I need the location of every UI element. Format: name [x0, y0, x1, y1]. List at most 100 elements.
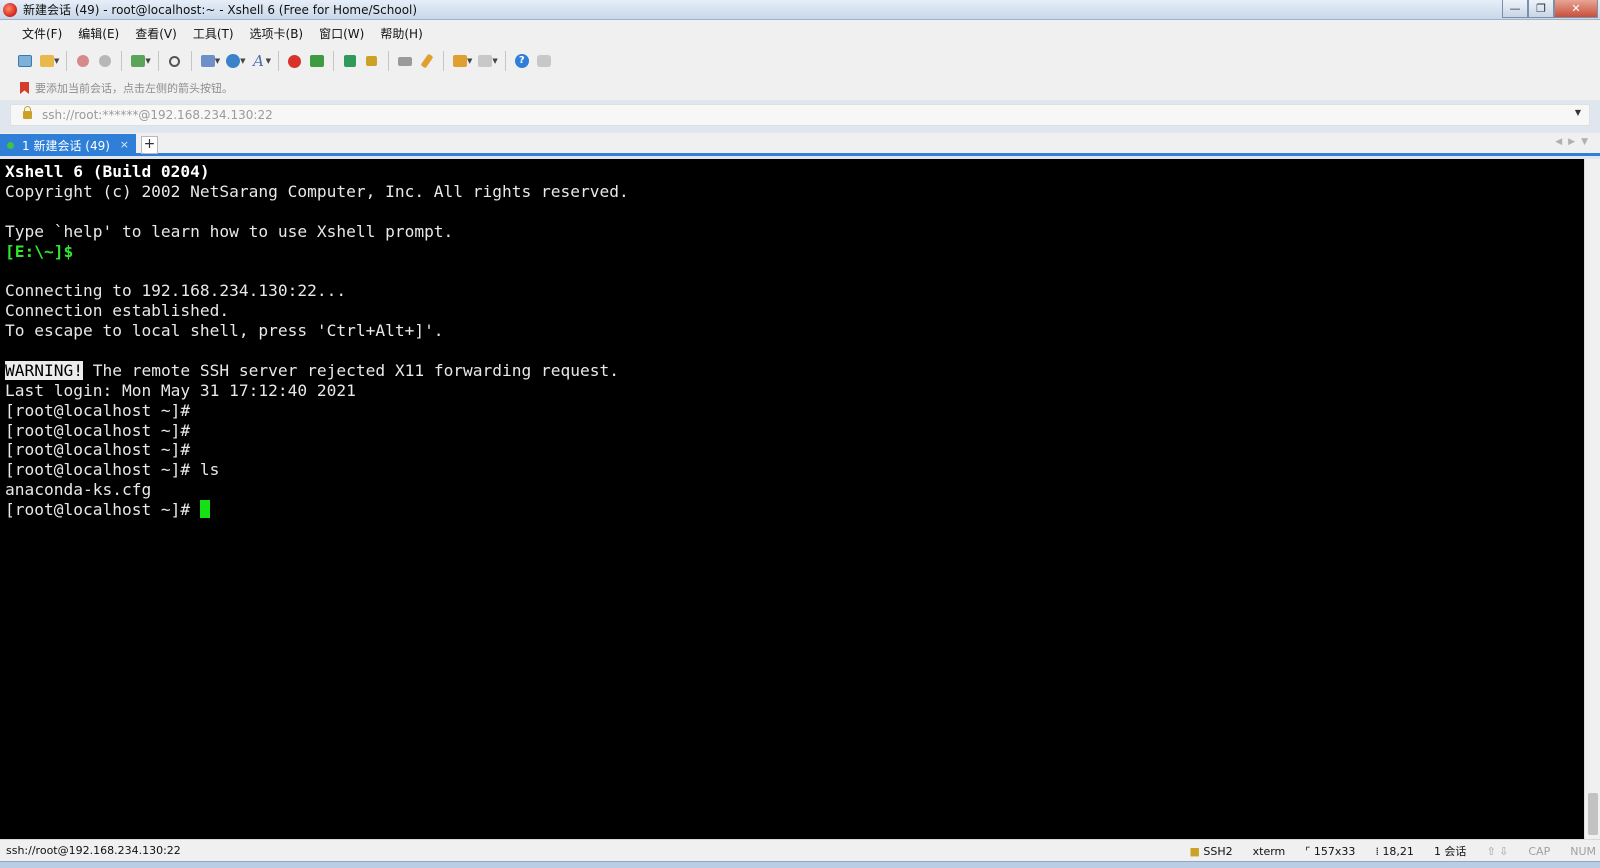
- restore-button[interactable]: ❐: [1528, 0, 1554, 18]
- current-prompt: [root@localhost ~]#: [5, 500, 200, 520]
- status-right-group: ■ SSH2 xterm ⌜ 157x33 ⁞ 18,21 1 会话 ⇧ ⇩ C…: [1179, 840, 1600, 862]
- menu-window[interactable]: 窗口(W): [311, 25, 372, 42]
- xmanager-icon[interactable]: [306, 50, 328, 72]
- window-title: 新建会话 (49) - root@localhost:~ - Xshell 6 …: [23, 3, 418, 17]
- status-sessions: 1 会话: [1433, 845, 1467, 858]
- hint-text: 要添加当前会话，点击左侧的箭头按钮。: [35, 82, 233, 95]
- chevron-down-icon[interactable]: ▼: [492, 57, 497, 65]
- toolbar-separator: [277, 51, 279, 71]
- arrow-down-icon[interactable]: ⇩: [1499, 845, 1508, 858]
- terminal-output: Xshell 6 (Build 0204) Copyright (c) 2002…: [5, 162, 629, 520]
- tab-nav-arrows-icon[interactable]: ◀▶▼: [1555, 137, 1594, 147]
- tab-label: 1 新建会话 (49): [22, 138, 110, 153]
- menu-edit[interactable]: 编辑(E): [70, 25, 127, 42]
- toolbar-separator: [66, 51, 68, 71]
- status-cursor-pos: ⁞ 18,21: [1375, 844, 1414, 858]
- chevron-down-icon[interactable]: ▼: [240, 57, 245, 65]
- arrow-up-icon[interactable]: ⇧: [1486, 845, 1495, 858]
- menu-bar: 文件(F) 编辑(E) 查看(V) 工具(T) 选项卡(B) 窗口(W) 帮助(…: [0, 20, 1600, 46]
- status-terminal-type: xterm: [1252, 844, 1286, 858]
- tab-session[interactable]: 1 新建会话 (49) ×: [0, 134, 136, 156]
- terminal-cursor: [199, 500, 210, 519]
- terminal-line: To escape to local shell, press 'Ctrl+Al…: [5, 321, 444, 341]
- bookmark-icon[interactable]: [20, 82, 29, 94]
- toolbar-separator: [332, 51, 334, 71]
- terminal-line: [root@localhost ~]#: [5, 440, 191, 460]
- minimize-button[interactable]: —: [1502, 0, 1528, 18]
- xshell-logo-icon: [3, 2, 17, 17]
- status-cap: CAP: [1528, 844, 1551, 858]
- toolbar: ▼ ▼ ▼ ▼ A ▼ ▼ ▼ ?: [0, 46, 1600, 76]
- toolbar-separator: [504, 51, 506, 71]
- position-icon: ⁞: [1375, 844, 1379, 858]
- keyboard-icon[interactable]: [394, 50, 416, 72]
- toolbar-separator: [387, 51, 389, 71]
- resize-icon: ⌜: [1305, 844, 1311, 858]
- toolbar-separator: [157, 51, 159, 71]
- chevron-down-icon[interactable]: ▼: [266, 57, 271, 65]
- chevron-down-icon[interactable]: ▼: [215, 57, 220, 65]
- terminal-line: anaconda-ks.cfg: [5, 480, 152, 500]
- menu-help[interactable]: 帮助(H): [372, 25, 430, 42]
- terminal-line: Xshell 6 (Build 0204): [5, 162, 210, 181]
- terminal-line: Connecting to 192.168.234.130:22...: [5, 281, 347, 301]
- terminal-line: [root@localhost ~]#: [5, 400, 191, 420]
- terminal-line: [root@localhost ~]# ls: [5, 460, 220, 480]
- status-arrows[interactable]: ⇧ ⇩: [1476, 845, 1518, 858]
- status-bar: ssh://root@192.168.234.130:22 ■ SSH2 xte…: [0, 839, 1600, 861]
- chevron-down-icon[interactable]: ▼: [467, 57, 472, 65]
- terminal-area[interactable]: Xshell 6 (Build 0204) Copyright (c) 2002…: [0, 159, 1584, 839]
- terminal-line: Copyright (c) 2002 NetSarang Computer, I…: [5, 181, 629, 201]
- xftp-icon[interactable]: [284, 50, 306, 72]
- window-controls: — ❐ ✕: [1502, 0, 1598, 18]
- highlight-icon[interactable]: [416, 50, 438, 72]
- address-text: ssh://root:******@192.168.234.130:22: [42, 108, 273, 122]
- find-icon[interactable]: [164, 50, 186, 72]
- warning-tag: WARNING!: [5, 360, 83, 380]
- help-icon[interactable]: ?: [511, 50, 533, 72]
- chevron-down-icon[interactable]: ▼: [145, 57, 150, 65]
- title-bar: 新建会话 (49) - root@localhost:~ - Xshell 6 …: [0, 0, 1600, 20]
- warning-text: The remote SSH server rejected X11 forwa…: [92, 360, 619, 380]
- lock-icon: ■: [1189, 844, 1200, 858]
- connect-icon[interactable]: [72, 50, 94, 72]
- lock-icon[interactable]: [361, 50, 383, 72]
- terminal-scrollbar[interactable]: [1584, 159, 1600, 839]
- terminal-line: [root@localhost ~]#: [5, 420, 191, 440]
- chevron-down-icon[interactable]: ▼: [54, 57, 59, 65]
- status-num: NUM: [1570, 844, 1596, 858]
- chat-icon[interactable]: [533, 50, 555, 72]
- terminal-line: Last login: Mon May 31 17:12:40 2021: [5, 380, 356, 400]
- scrollbar-thumb[interactable]: [1588, 793, 1598, 835]
- add-tab-button[interactable]: +: [141, 136, 158, 154]
- os-taskbar: [0, 861, 1600, 868]
- new-session-icon[interactable]: [14, 50, 36, 72]
- close-icon[interactable]: ×: [120, 138, 129, 151]
- close-button[interactable]: ✕: [1554, 0, 1598, 18]
- status-size: ⌜ 157x33: [1305, 844, 1356, 858]
- disconnect-icon[interactable]: [94, 50, 116, 72]
- menu-tabs[interactable]: 选项卡(B): [242, 25, 312, 42]
- toolbar-separator: [190, 51, 192, 71]
- terminal-prompt-line: [root@localhost ~]#: [5, 500, 629, 520]
- status-dot-icon: [7, 141, 14, 149]
- menu-view[interactable]: 查看(V): [127, 25, 185, 42]
- toolbar-separator: [121, 51, 123, 71]
- menu-tools[interactable]: 工具(T): [185, 25, 242, 42]
- terminal-line: [E:\~]$: [5, 241, 74, 261]
- menu-file[interactable]: 文件(F): [14, 25, 70, 42]
- terminal-line: Type `help' to learn how to use Xshell p…: [5, 221, 454, 241]
- chevron-down-icon[interactable]: ▼: [1575, 108, 1581, 117]
- session-hint-bar: 要添加当前会话，点击左侧的箭头按钮。: [0, 76, 1600, 100]
- terminal-line: Connection established.: [5, 301, 230, 321]
- status-protocol: ■ SSH2: [1189, 844, 1233, 858]
- address-bar[interactable]: ssh://root:******@192.168.234.130:22 ▼: [10, 104, 1590, 126]
- tab-bar: 1 新建会话 (49) × + ◀▶▼: [0, 133, 1600, 156]
- toolbar-separator: [442, 51, 444, 71]
- lock-icon: [23, 106, 32, 119]
- terminal-line-warning: WARNING! The remote SSH server rejected …: [5, 360, 629, 381]
- fullscreen-icon[interactable]: [339, 50, 361, 72]
